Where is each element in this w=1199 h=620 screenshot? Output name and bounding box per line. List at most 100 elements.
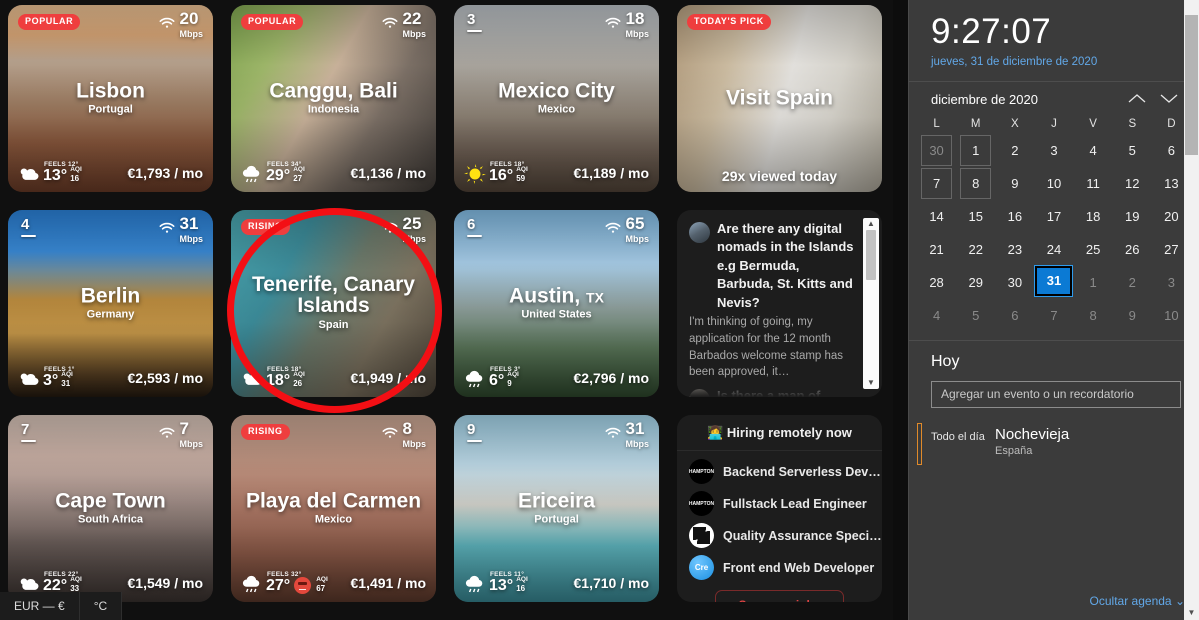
calendar-day-today[interactable]: 31: [1034, 264, 1074, 297]
cost-of-living: €1,710 / mo: [573, 575, 650, 591]
country-name: United States: [521, 308, 592, 321]
calendar-day[interactable]: 19: [1113, 200, 1152, 233]
city-card[interactable]: POPULAR 20 Mbps Lisbon Portugal FEELS 12° 13° A…: [8, 5, 213, 192]
calendar-day[interactable]: 1: [956, 134, 995, 167]
calendar-day[interactable]: 29: [956, 266, 995, 299]
calendar-day[interactable]: 2: [1113, 266, 1152, 299]
country-name: Portugal: [534, 513, 579, 526]
city-card[interactable]: 9 31 Mbps Ericeira Portugal FEELS 11° 13° AQI 16…: [454, 415, 659, 602]
rain-icon: [465, 370, 483, 388]
job-row[interactable]: HAMPTON Backend Serverless Dev…: [689, 459, 881, 484]
calendar-day[interactable]: 21: [917, 233, 956, 266]
calendar-day[interactable]: 30: [917, 134, 956, 167]
agenda-event[interactable]: Todo el día Nochevieja España: [917, 422, 1181, 465]
internet-speed: 8 Mbps: [382, 420, 426, 449]
city-card[interactable]: 4 31 Mbps Berlin Germany FEELS 1° 3° AQI 31 €2,59…: [8, 210, 213, 397]
calendar-day[interactable]: 3: [1034, 134, 1073, 167]
internet-speed: 31 Mbps: [159, 214, 203, 244]
calendar-day[interactable]: 11: [1074, 167, 1113, 200]
calendar-day[interactable]: 6: [995, 299, 1034, 332]
weekday-label: S: [1128, 117, 1137, 130]
calendar-day[interactable]: 9: [995, 167, 1034, 200]
card-stats: FEELS 3° 6° AQI 9 €2,796 / mo: [454, 366, 659, 389]
chevron-down-icon[interactable]: [1153, 92, 1185, 107]
calendar-day[interactable]: 12: [1113, 167, 1152, 200]
event-color-bar: [917, 422, 922, 465]
company-logo: HAMPTON: [689, 459, 714, 484]
calendar-day[interactable]: 7: [917, 167, 956, 200]
weekday-label: J: [1051, 117, 1057, 130]
calendar-day[interactable]: 17: [1034, 200, 1073, 233]
calendar-day[interactable]: 5: [956, 299, 995, 332]
cost-of-living: €1,189 / mo: [573, 165, 650, 181]
calendar-day[interactable]: 30: [995, 266, 1034, 299]
calendar-day[interactable]: 4: [1074, 134, 1113, 167]
feels-like: FEELS 18°: [490, 161, 525, 168]
forum-scrollbar[interactable]: ▲ ▼: [863, 218, 879, 389]
city-card[interactable]: 3 18 Mbps Mexico City Mexico FEELS 18° 16° AQI 5…: [454, 5, 659, 192]
scroll-down-arrow-icon[interactable]: ▼: [1184, 605, 1199, 620]
city-card[interactable]: RISING 25 Mbps Tenerife, Canary Islands Spai…: [231, 210, 436, 397]
calendar-day[interactable]: 28: [917, 266, 956, 299]
temperature-toggle[interactable]: °C: [80, 592, 123, 620]
card-rank: 7: [21, 421, 36, 442]
chevron-up-icon[interactable]: [1121, 92, 1153, 107]
windows-calendar-flyout: 9:27:07 jueves, 31 de diciembre de 2020 …: [908, 0, 1199, 620]
calendar-day[interactable]: 9: [1113, 299, 1152, 332]
calendar-day[interactable]: 8: [956, 167, 995, 200]
calendar-day[interactable]: 25: [1074, 233, 1113, 266]
air-quality: AQI 59: [516, 166, 528, 183]
scroll-down-arrow-icon[interactable]: ▼: [867, 379, 875, 387]
city-name: Berlin: [80, 283, 141, 307]
city-card[interactable]: 7 7 Mbps Cape Town South Africa FEELS 22° 22° A…: [8, 415, 213, 602]
calendar-day[interactable]: 4: [917, 299, 956, 332]
calendar-month-label[interactable]: diciembre de 2020: [931, 92, 1121, 107]
add-event-input[interactable]: Agregar un evento o un recordatorio: [931, 380, 1181, 408]
speed-value: 31: [179, 214, 199, 233]
calendar-day[interactable]: 16: [995, 200, 1034, 233]
job-row[interactable]: HAMPTON Fullstack Lead Engineer: [689, 491, 872, 516]
page-scrollbar[interactable]: ▼: [1184, 0, 1199, 620]
city-card[interactable]: 6 65 Mbps Austin, TX United States FEELS 3° 6°…: [454, 210, 659, 397]
see-more-jobs-button[interactable]: See more jobs: [715, 590, 844, 602]
job-row[interactable]: Cre Front end Web Developer: [689, 555, 874, 580]
internet-speed: 25 Mbps: [382, 215, 426, 244]
calendar-day[interactable]: 15: [956, 200, 995, 233]
calendar-day[interactable]: 8: [1074, 299, 1113, 332]
event-title: Nochevieja: [995, 425, 1070, 443]
feels-like: FEELS 1°: [44, 366, 75, 373]
air-quality: AQI 33: [70, 576, 82, 593]
scroll-up-arrow-icon[interactable]: ▲: [867, 220, 875, 228]
forum-card[interactable]: Are there any digital nomads in the Isla…: [677, 210, 882, 397]
calendar-day[interactable]: 1: [1074, 266, 1113, 299]
calendar-day[interactable]: 2: [995, 134, 1034, 167]
calendar-day[interactable]: 24: [1034, 233, 1073, 266]
calendar-day[interactable]: 14: [917, 200, 956, 233]
calendar-day[interactable]: 26: [1113, 233, 1152, 266]
feels-like: FEELS 22°: [44, 571, 79, 578]
page-scrollbar-thumb[interactable]: [1185, 15, 1198, 155]
calendar-day[interactable]: 7: [1034, 299, 1073, 332]
city-card[interactable]: POPULAR 22 Mbps Canggu, Bali Indonesia FEELS …: [231, 5, 436, 192]
country-name: Germany: [86, 308, 135, 321]
calendar-day[interactable]: 10: [1034, 167, 1073, 200]
forum-scrollbar-thumb[interactable]: [866, 230, 876, 280]
hiring-card[interactable]: 👩‍💻 Hiring remotely now HAMPTON Backend Se…: [677, 415, 882, 602]
city-card[interactable]: RISING 8 Mbps Playa del Carmen Mexico FEELS 3…: [231, 415, 436, 602]
calendar-day[interactable]: 18: [1074, 200, 1113, 233]
thread-question: Are there any digital nomads in the Isla…: [717, 221, 854, 310]
currency-toggle[interactable]: EUR — €: [0, 592, 80, 620]
forum-thread[interactable]: Are there any digital nomads in the Isla…: [689, 220, 856, 381]
temperature: 13°: [489, 577, 514, 594]
job-row[interactable]: Quality Assurance Speci…: [689, 523, 882, 548]
company-logo: HAMPTON: [689, 491, 714, 516]
hide-agenda-link[interactable]: Ocultar agenda ⌄: [1090, 594, 1185, 608]
calendar-day[interactable]: 22: [956, 233, 995, 266]
internet-speed: 65 Mbps: [605, 214, 649, 244]
clock-section: 9:27:07 jueves, 31 de diciembre de 2020: [909, 0, 1199, 81]
calendar-day[interactable]: 5: [1113, 134, 1152, 167]
calendar-day[interactable]: 23: [995, 233, 1034, 266]
feels-like: FEELS 34°: [267, 161, 302, 168]
promo-card[interactable]: TODAY'S PICK Visit Spain 29x viewed today: [677, 5, 882, 192]
speed-value: 65: [625, 214, 645, 233]
